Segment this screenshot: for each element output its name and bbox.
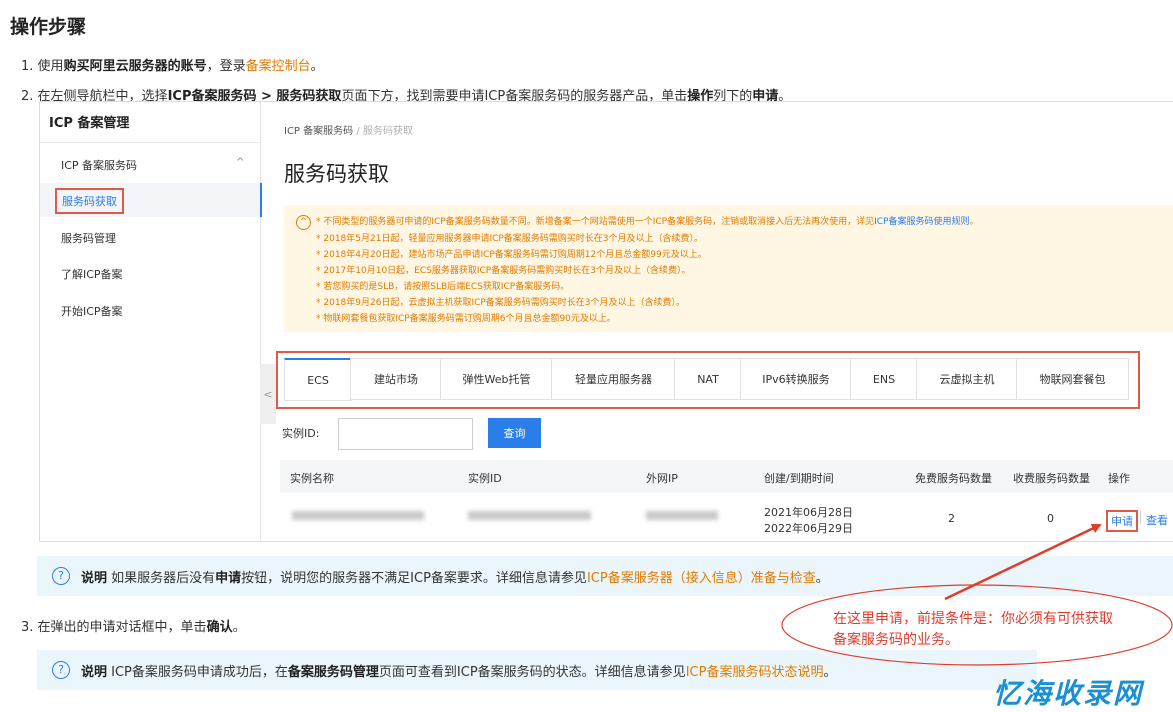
callout-line-1: 在这里申请，前提条件是：你必须有可供获取 (833, 611, 1113, 627)
callout-text: 在这里申请，前提条件是：你必须有可供获取 备案服务码的业务。 (833, 609, 1163, 651)
callout-arrow (944, 523, 1102, 601)
callout-line-2: 备案服务码的业务。 (833, 632, 959, 648)
annotation-overlay (781, 523, 1173, 666)
watermark-logo: 忆海收录网 (993, 677, 1144, 710)
